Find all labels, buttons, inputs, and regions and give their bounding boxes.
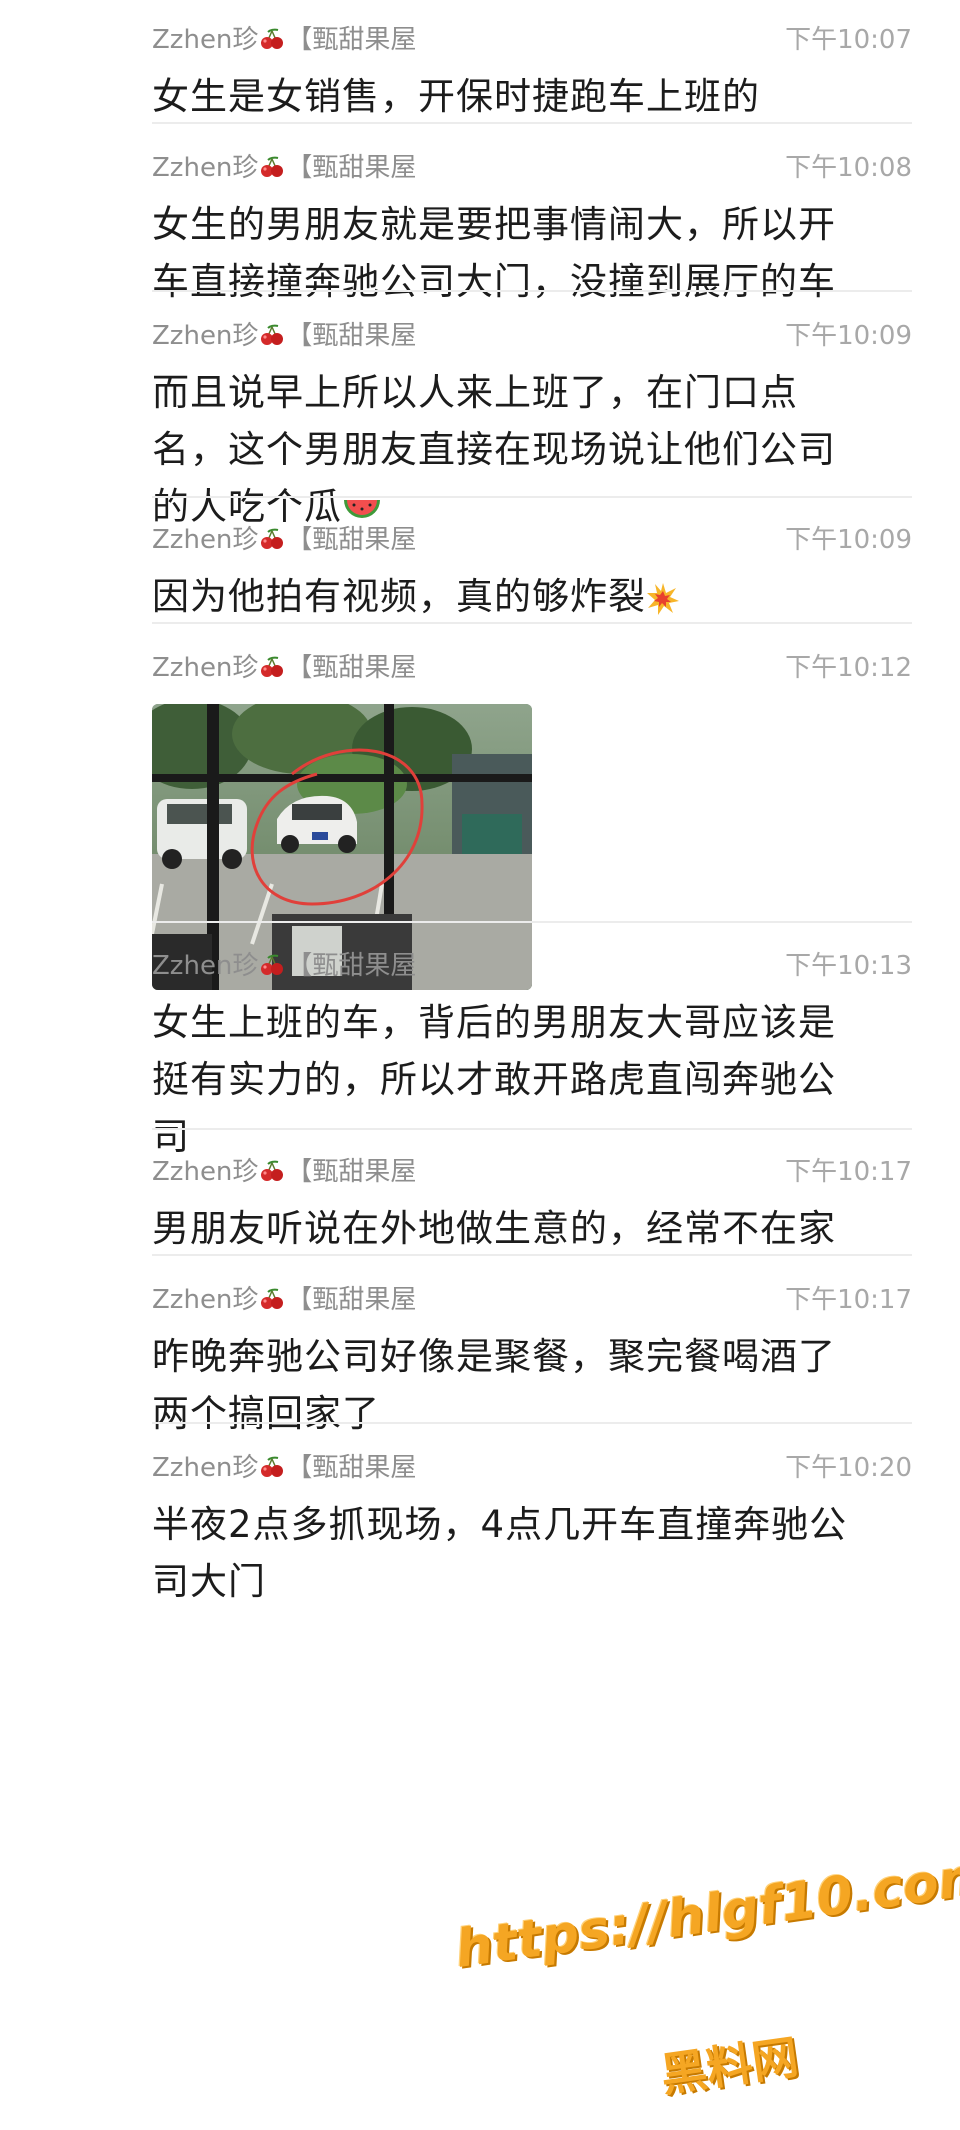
divider bbox=[152, 122, 912, 124]
message-text: 女生上班的车，背后的男朋友大哥应该是 挺有实力的，所以才敢开路虎直闯奔驰公 司 bbox=[152, 1001, 836, 1158]
sender-name[interactable]: Zzhen珍 【甄甜果屋 bbox=[152, 944, 416, 988]
message-text: 因为他拍有视频，真的够炸裂 bbox=[152, 568, 912, 625]
message-item[interactable]: Zzhen珍 【甄甜果屋 下午10:20 半夜2点多抓现场，4点几开车直撞奔驰公 … bbox=[152, 1446, 912, 1610]
message-header: Zzhen珍 【甄甜果屋 下午10:17 bbox=[152, 1278, 912, 1322]
sender-name[interactable]: Zzhen珍 【甄甜果屋 bbox=[152, 1150, 416, 1194]
cherry-icon bbox=[261, 1456, 284, 1477]
divider bbox=[152, 622, 912, 624]
message-text: 而且说早上所以人来上班了，在门口点 名，这个男朋友直接在现场说让他们公司 的人吃… bbox=[152, 371, 836, 528]
divider bbox=[152, 1422, 912, 1424]
message-header: Zzhen珍 【甄甜果屋 下午10:17 bbox=[152, 1150, 912, 1194]
message-header: Zzhen珍 【甄甜果屋 下午10:09 bbox=[152, 518, 912, 562]
message-item[interactable]: Zzhen珍 【甄甜果屋 下午10:08 女生的男朋友就是要把事情闹大，所以开 车… bbox=[152, 146, 912, 310]
sender-name[interactable]: Zzhen珍 【甄甜果屋 bbox=[152, 1446, 416, 1490]
sender-name[interactable]: Zzhen珍 【甄甜果屋 bbox=[152, 518, 416, 562]
message-header: Zzhen珍 【甄甜果屋 下午10:20 bbox=[152, 1446, 912, 1490]
message-item[interactable]: Zzhen珍 【甄甜果屋 下午10:09 而且说早上所以人来上班了，在门口点 名，… bbox=[152, 314, 912, 535]
message-time: 下午10:12 bbox=[785, 653, 912, 683]
divider bbox=[152, 496, 912, 498]
divider bbox=[152, 1254, 912, 1256]
message-time: 下午10:07 bbox=[785, 25, 912, 55]
message-time: 下午10:13 bbox=[785, 951, 912, 981]
sender-name[interactable]: Zzhen珍 【甄甜果屋 bbox=[152, 18, 416, 62]
message-text: 男朋友听说在外地做生意的，经常不在家 bbox=[152, 1207, 836, 1250]
sender-name[interactable]: Zzhen珍 【甄甜果屋 bbox=[152, 1278, 416, 1322]
divider bbox=[152, 290, 912, 292]
message-text: 半夜2点多抓现场，4点几开车直撞奔驰公 司大门 bbox=[152, 1503, 848, 1603]
collision-icon bbox=[647, 582, 679, 615]
cherry-icon bbox=[261, 954, 284, 975]
divider bbox=[152, 921, 912, 923]
watermark-site-name: 黑料网 bbox=[657, 2029, 802, 2103]
message-header: Zzhen珍 【甄甜果屋 下午10:08 bbox=[152, 146, 912, 190]
watermark: https://hlgf10.com 黑料网 bbox=[452, 1845, 960, 2130]
message-header: Zzhen珍 【甄甜果屋 下午10:07 bbox=[152, 18, 912, 62]
cherry-icon bbox=[261, 28, 284, 49]
sender-name[interactable]: Zzhen珍 【甄甜果屋 bbox=[152, 314, 416, 358]
message-header: Zzhen珍 【甄甜果屋 下午10:12 bbox=[152, 646, 912, 690]
message-header: Zzhen珍 【甄甜果屋 下午10:09 bbox=[152, 314, 912, 358]
message-time: 下午10:08 bbox=[785, 153, 912, 183]
cherry-icon bbox=[261, 1160, 284, 1181]
cherry-icon bbox=[261, 156, 284, 177]
message-item[interactable]: Zzhen珍 【甄甜果屋 下午10:09 因为他拍有视频，真的够炸裂 bbox=[152, 518, 912, 625]
message-item[interactable]: Zzhen珍 【甄甜果屋 下午10:13 女生上班的车，背后的男朋友大哥应该是 挺… bbox=[152, 944, 912, 1165]
sender-name[interactable]: Zzhen珍 【甄甜果屋 bbox=[152, 646, 416, 690]
message-header: Zzhen珍 【甄甜果屋 下午10:13 bbox=[152, 944, 912, 988]
watermark-url: https://hlgf10.com bbox=[451, 1845, 960, 1980]
cherry-icon bbox=[261, 1288, 284, 1309]
message-item[interactable]: Zzhen珍 【甄甜果屋 下午10:12 bbox=[152, 646, 912, 990]
message-item[interactable]: Zzhen珍 【甄甜果屋 下午10:17 昨晚奔驰公司好像是聚餐，聚完餐喝酒了 两… bbox=[152, 1278, 912, 1442]
message-text: 女生的男朋友就是要把事情闹大，所以开 车直接撞奔驰公司大门，没撞到展厅的车 bbox=[152, 203, 836, 303]
divider bbox=[152, 1128, 912, 1130]
message-time: 下午10:09 bbox=[785, 525, 912, 555]
message-time: 下午10:17 bbox=[785, 1285, 912, 1315]
message-time: 下午10:17 bbox=[785, 1157, 912, 1187]
cherry-icon bbox=[261, 656, 284, 677]
message-text: 昨晚奔驰公司好像是聚餐，聚完餐喝酒了 两个搞回家了 bbox=[152, 1335, 836, 1435]
message-text: 女生是女销售，开保时捷跑车上班的 bbox=[152, 75, 760, 118]
message-time: 下午10:20 bbox=[785, 1453, 912, 1483]
sender-name[interactable]: Zzhen珍 【甄甜果屋 bbox=[152, 146, 416, 190]
message-item[interactable]: Zzhen珍 【甄甜果屋 下午10:07 女生是女销售，开保时捷跑车上班的 bbox=[152, 18, 912, 125]
cherry-icon bbox=[261, 528, 284, 549]
message-time: 下午10:09 bbox=[785, 321, 912, 351]
message-item[interactable]: Zzhen珍 【甄甜果屋 下午10:17 男朋友听说在外地做生意的，经常不在家 bbox=[152, 1150, 912, 1257]
cherry-icon bbox=[261, 324, 284, 345]
